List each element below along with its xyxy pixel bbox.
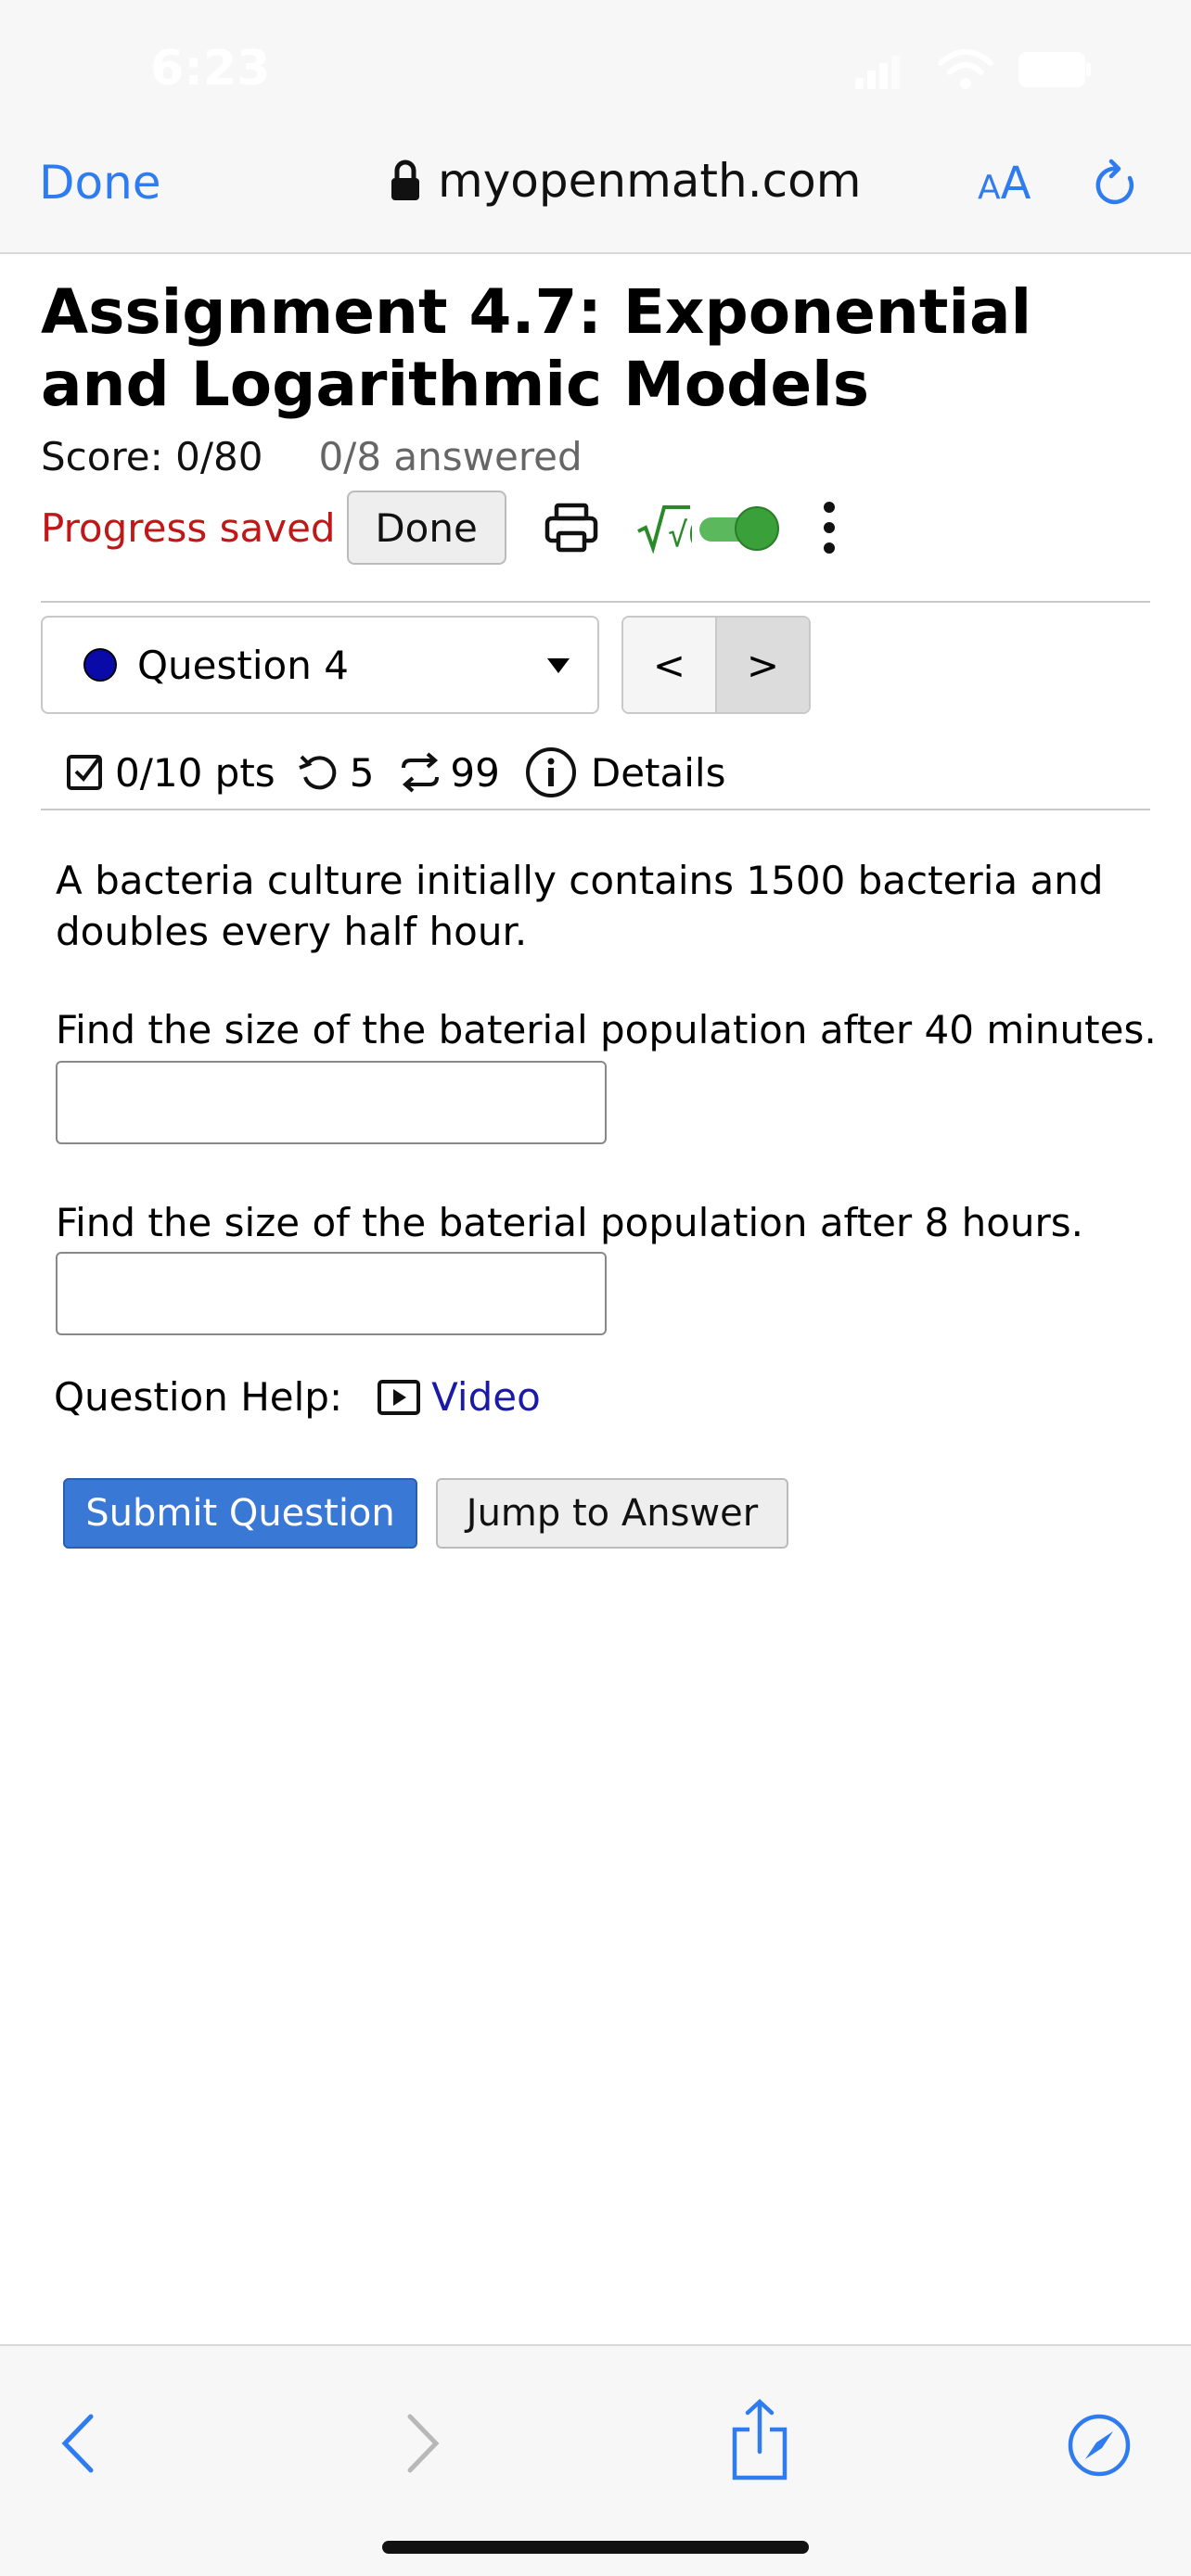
question-help-label: Question Help:: [54, 1374, 343, 1420]
part1-answer-input[interactable]: [56, 1061, 607, 1144]
back-icon[interactable]: [58, 2413, 98, 2474]
assignment-title: Assignment 4.7: Exponential and Logarith…: [41, 276, 1032, 420]
forward-icon[interactable]: [403, 2413, 443, 2474]
url-text: myopenmath.com: [438, 154, 862, 208]
question-select-label: Question 4: [137, 642, 349, 688]
wifi-icon: [938, 49, 993, 89]
lock-icon: [391, 159, 419, 200]
browser-top-bar: 6:23 Done myopenmath.com AA: [0, 0, 1191, 254]
details-link[interactable]: Details: [591, 750, 726, 796]
done-button[interactable]: Done: [346, 491, 506, 565]
more-options-icon[interactable]: [820, 500, 839, 555]
cellular-signal-icon: [855, 56, 900, 89]
video-link[interactable]: Video: [431, 1374, 541, 1420]
question-text: A bacteria culture initially contains 15…: [56, 858, 1104, 954]
browser-done-button[interactable]: Done: [39, 156, 161, 210]
progress-status: Progress saved: [41, 504, 336, 551]
sqrt-icon: √0: [636, 505, 692, 554]
question-select[interactable]: Question 4: [41, 616, 599, 714]
divider: [41, 809, 1150, 810]
previous-question-button[interactable]: <: [623, 618, 715, 712]
printer-icon[interactable]: [544, 500, 599, 555]
share-icon[interactable]: [729, 2398, 790, 2481]
part2-prompt: Find the size of the baterial population…: [56, 1200, 1084, 1245]
checkbox-icon: [67, 755, 102, 790]
attempts-icon: [402, 752, 440, 793]
question-nav-buttons: < >: [621, 616, 811, 714]
home-indicator: [382, 2541, 809, 2554]
caret-down-icon: [547, 658, 570, 673]
address-bar[interactable]: myopenmath.com: [390, 154, 861, 208]
info-icon[interactable]: [524, 746, 578, 799]
part1-prompt: Find the size of the baterial population…: [56, 1007, 1157, 1052]
points-text: 0/10 pts: [115, 749, 275, 796]
score-row: Score: 0/80 0/8 answered: [41, 434, 583, 479]
toggle-knob: [734, 506, 779, 551]
next-question-button[interactable]: >: [715, 618, 809, 712]
math-entry-toggle[interactable]: √0: [636, 502, 781, 554]
score-text: Score: 0/80: [41, 434, 263, 479]
retries-count: 5: [349, 749, 375, 796]
reader-text-size-button[interactable]: AA: [978, 158, 1031, 210]
retry-icon: [298, 755, 336, 790]
question-status-dot: [83, 648, 117, 682]
status-time: 6:23: [150, 41, 271, 96]
answered-count: 0/8 answered: [318, 434, 583, 479]
jump-to-answer-button[interactable]: Jump to Answer: [436, 1478, 788, 1549]
question-meta: 0/10 pts 5 99 Details: [65, 742, 725, 803]
battery-icon: [1018, 52, 1091, 87]
submit-question-button[interactable]: Submit Question: [63, 1478, 417, 1549]
part2-answer-input[interactable]: [56, 1252, 607, 1335]
aa-small: A: [978, 169, 1001, 207]
divider: [41, 601, 1150, 603]
reload-icon[interactable]: [1093, 158, 1141, 211]
compass-icon[interactable]: [1067, 2413, 1132, 2478]
attempts-count: 99: [450, 749, 500, 796]
video-icon: [378, 1379, 421, 1415]
toolbar-row: Progress saved Done √0: [41, 490, 839, 566]
aa-large: A: [1000, 158, 1031, 210]
sqrt-label: √0: [668, 516, 692, 554]
toggle-switch[interactable]: [698, 504, 781, 551]
question-help: Question Help: Video: [54, 1374, 541, 1420]
